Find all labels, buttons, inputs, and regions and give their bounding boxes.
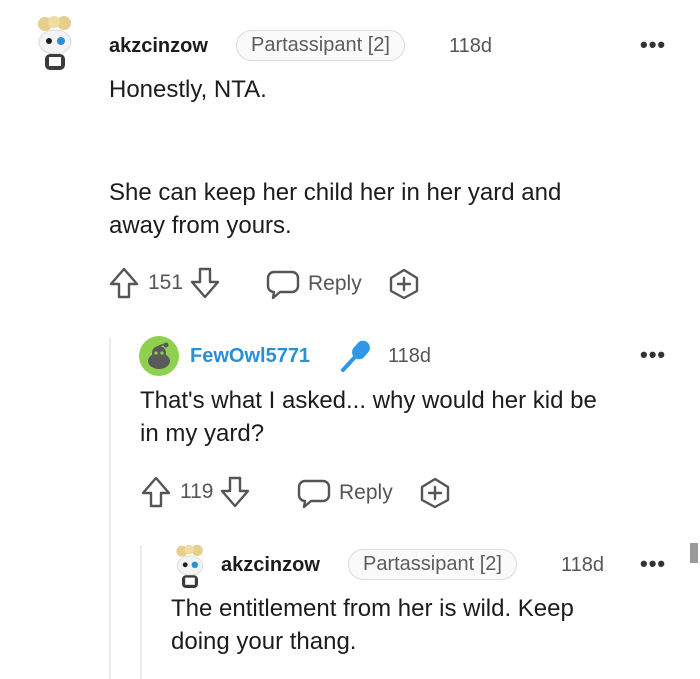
timestamp: 118d — [561, 554, 605, 576]
reply-button[interactable]: Reply — [297, 477, 393, 509]
reply-label: Reply — [339, 481, 393, 504]
username[interactable]: akzcinzow — [109, 35, 208, 58]
avatar[interactable] — [30, 14, 80, 76]
vote-controls: 119 — [140, 475, 251, 509]
comment-bubble-icon — [297, 479, 331, 509]
vote-controls: 151 — [108, 266, 221, 300]
more-options-icon[interactable]: ••• — [640, 551, 666, 577]
upvote-icon[interactable] — [108, 266, 140, 300]
comment-text: The entitlement from her is wild. Keep d… — [171, 595, 574, 655]
user-flair: Partassipant [2] — [348, 549, 517, 580]
award-button[interactable] — [418, 476, 452, 515]
thread-line-2[interactable] — [140, 545, 142, 679]
award-icon — [389, 268, 419, 300]
snoo-avatar-icon — [176, 544, 204, 588]
downvote-icon[interactable] — [219, 475, 251, 509]
vote-count: 119 — [180, 480, 214, 503]
avatar[interactable] — [139, 336, 179, 376]
timestamp: 118d — [449, 35, 493, 57]
microphone-icon — [338, 338, 376, 379]
upvote-icon[interactable] — [140, 475, 172, 509]
username[interactable]: akzcinzow — [221, 554, 320, 577]
timestamp: 118d — [388, 345, 432, 367]
username[interactable]: FewOwl5771 — [190, 345, 310, 368]
more-options-icon[interactable]: ••• — [640, 32, 666, 58]
user-flair: Partassipant [2] — [236, 30, 405, 61]
thread-line-1[interactable] — [109, 338, 111, 679]
snoo-avatar-icon — [139, 336, 179, 376]
comment-bubble-icon — [266, 270, 300, 300]
award-button[interactable] — [387, 267, 421, 306]
vote-count: 151 — [148, 271, 184, 294]
snoo-avatar-icon — [38, 16, 72, 70]
scrollbar-thumb[interactable] — [690, 543, 698, 563]
downvote-icon[interactable] — [189, 266, 221, 300]
comment-text: That's what I asked... why would her kid… — [140, 387, 597, 447]
comment-text-1: Honestly, NTA. — [109, 76, 267, 103]
more-options-icon[interactable]: ••• — [640, 342, 666, 368]
comment-text-2: She can keep her child her in her yard a… — [109, 179, 562, 239]
avatar[interactable] — [170, 543, 210, 593]
reply-button[interactable]: Reply — [266, 268, 362, 300]
reply-label: Reply — [308, 272, 362, 295]
award-icon — [420, 477, 450, 509]
